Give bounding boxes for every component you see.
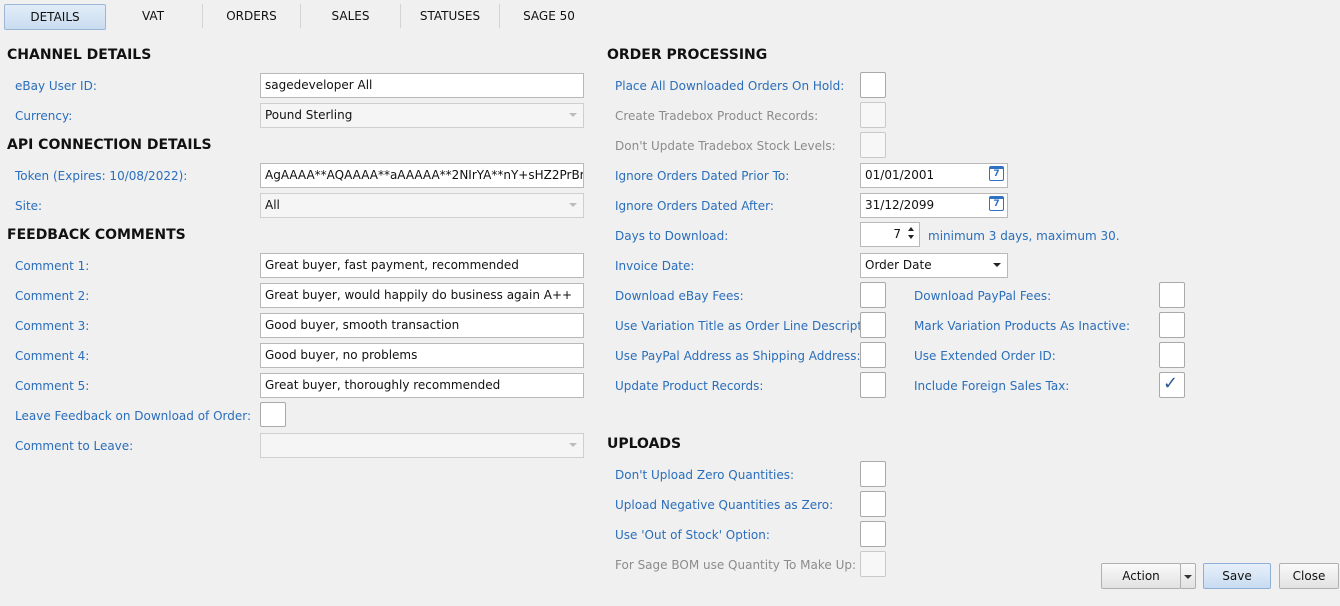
- chevron-down-icon: [569, 443, 577, 447]
- mark-variation-inactive-checkbox[interactable]: [1159, 312, 1185, 338]
- days-hint: minimum 3 days, maximum 30.: [928, 229, 1120, 243]
- save-button[interactable]: Save: [1203, 563, 1271, 589]
- currency-value: Pound Sterling: [265, 108, 353, 122]
- comment-2-input[interactable]: Great buyer, would happily do business a…: [260, 283, 584, 308]
- invoice-date-select[interactable]: Order Date: [860, 253, 1008, 278]
- chevron-down-icon: [569, 203, 577, 207]
- sage-bom-checkbox[interactable]: [860, 551, 886, 577]
- comment-to-leave-label: Comment to Leave:: [15, 439, 134, 453]
- negative-as-zero-checkbox[interactable]: [860, 491, 886, 517]
- comment-2-label: Comment 2:: [15, 289, 90, 303]
- comment-3-label: Comment 3:: [15, 319, 90, 333]
- ignore-after-date-input[interactable]: 31/12/2099 7: [860, 193, 1008, 218]
- tab-sales[interactable]: SALES: [301, 4, 400, 28]
- days-to-download-value: 7: [893, 227, 901, 241]
- close-button[interactable]: Close: [1279, 563, 1339, 589]
- create-tradebox-label: Create Tradebox Product Records:: [615, 109, 819, 123]
- chevron-down-icon: [1184, 575, 1192, 579]
- comment-1-input[interactable]: Great buyer, fast payment, recommended: [260, 253, 584, 278]
- comment-5-label: Comment 5:: [15, 379, 90, 393]
- update-products-label: Update Product Records:: [615, 379, 764, 393]
- zero-quantities-label: Don't Upload Zero Quantities:: [615, 468, 795, 482]
- days-to-download-stepper[interactable]: 7: [860, 222, 920, 247]
- variation-title-checkbox[interactable]: [860, 312, 886, 338]
- comment-4-input[interactable]: Good buyer, no problems: [260, 343, 584, 368]
- extended-order-id-checkbox[interactable]: [1159, 342, 1185, 368]
- paypal-address-checkbox[interactable]: [860, 342, 886, 368]
- invoice-date-value: Order Date: [865, 258, 932, 272]
- tab-sage-50[interactable]: SAGE 50: [500, 4, 598, 28]
- calendar-icon[interactable]: 7: [989, 196, 1004, 211]
- action-dropdown-button[interactable]: [1180, 563, 1196, 589]
- download-ebay-fees-checkbox[interactable]: [860, 282, 886, 308]
- zero-quantities-checkbox[interactable]: [860, 461, 886, 487]
- download-ebay-fees-label: Download eBay Fees:: [615, 289, 744, 303]
- paypal-address-label: Use PayPal Address as Shipping Address:: [615, 349, 861, 363]
- comment-4-label: Comment 4:: [15, 349, 90, 363]
- currency-label: Currency:: [15, 109, 73, 123]
- foreign-sales-tax-label: Include Foreign Sales Tax:: [914, 379, 1070, 393]
- site-label: Site:: [15, 199, 43, 213]
- negative-as-zero-label: Upload Negative Quantities as Zero:: [615, 498, 834, 512]
- leave-feedback-label: Leave Feedback on Download of Order:: [15, 409, 252, 423]
- ebay-user-id-label: eBay User ID:: [15, 79, 97, 93]
- spinner-icon[interactable]: [907, 224, 917, 242]
- order-processing-heading: ORDER PROCESSING: [607, 47, 768, 63]
- token-label: Token (Expires: 10/08/2022):: [15, 169, 188, 183]
- ignore-after-date-value: 31/12/2099: [865, 198, 935, 212]
- action-button[interactable]: Action: [1101, 563, 1181, 589]
- comment-3-input[interactable]: Good buyer, smooth transaction: [260, 313, 584, 338]
- uploads-heading: UPLOADS: [607, 436, 682, 452]
- place-on-hold-checkbox[interactable]: [860, 72, 886, 98]
- sage-bom-label: For Sage BOM use Quantity To Make Up:: [615, 558, 857, 572]
- calendar-icon[interactable]: 7: [989, 166, 1004, 181]
- leave-feedback-checkbox[interactable]: [260, 402, 286, 427]
- dont-update-stock-label: Don't Update Tradebox Stock Levels:: [615, 139, 836, 153]
- download-paypal-fees-checkbox[interactable]: [1159, 282, 1185, 308]
- tab-orders[interactable]: ORDERS: [203, 4, 300, 28]
- dont-update-stock-checkbox[interactable]: [860, 132, 886, 158]
- ignore-prior-date-input[interactable]: 01/01/2001 7: [860, 163, 1008, 188]
- api-connection-heading: API CONNECTION DETAILS: [7, 137, 212, 153]
- mark-variation-inactive-label: Mark Variation Products As Inactive:: [914, 319, 1131, 333]
- out-of-stock-label: Use 'Out of Stock' Option:: [615, 528, 770, 542]
- ignore-after-label: Ignore Orders Dated After:: [615, 199, 774, 213]
- tab-details[interactable]: DETAILS: [4, 4, 106, 30]
- tab-vat[interactable]: VAT: [104, 4, 202, 28]
- invoice-date-label: Invoice Date:: [615, 259, 695, 273]
- chevron-down-icon: [993, 263, 1001, 267]
- token-input[interactable]: AgAAAA**AQAAAA**aAAAAA**2NIrYA**nY+sHZ2P…: [260, 163, 584, 188]
- ebay-user-id-input[interactable]: sagedeveloper All: [260, 73, 584, 98]
- extended-order-id-label: Use Extended Order ID:: [914, 349, 1056, 363]
- days-to-download-label: Days to Download:: [615, 229, 729, 243]
- channel-details-heading: CHANNEL DETAILS: [7, 47, 152, 63]
- site-select[interactable]: All: [260, 193, 584, 218]
- feedback-comments-heading: FEEDBACK COMMENTS: [7, 227, 186, 243]
- chevron-down-icon: [569, 113, 577, 117]
- comment-1-label: Comment 1:: [15, 259, 90, 273]
- site-value: All: [265, 198, 280, 212]
- place-on-hold-label: Place All Downloaded Orders On Hold:: [615, 79, 845, 93]
- download-paypal-fees-label: Download PayPal Fees:: [914, 289, 1052, 303]
- foreign-sales-tax-checkbox[interactable]: ✓: [1159, 372, 1185, 398]
- create-tradebox-checkbox[interactable]: [860, 102, 886, 128]
- currency-select[interactable]: Pound Sterling: [260, 103, 584, 128]
- ignore-prior-date-value: 01/01/2001: [865, 168, 935, 182]
- tab-statuses[interactable]: STATUSES: [401, 4, 499, 28]
- comment-to-leave-select[interactable]: [260, 433, 584, 458]
- variation-title-label: Use Variation Title as Order Line Descri…: [615, 319, 885, 333]
- ignore-prior-label: Ignore Orders Dated Prior To:: [615, 169, 790, 183]
- update-products-checkbox[interactable]: [860, 372, 886, 398]
- tab-bar: DETAILS VAT ORDERS SALES STATUSES SAGE 5…: [0, 0, 1340, 34]
- checkmark-icon: ✓: [1163, 373, 1179, 394]
- comment-5-input[interactable]: Great buyer, thoroughly recommended: [260, 373, 584, 398]
- out-of-stock-checkbox[interactable]: [860, 521, 886, 547]
